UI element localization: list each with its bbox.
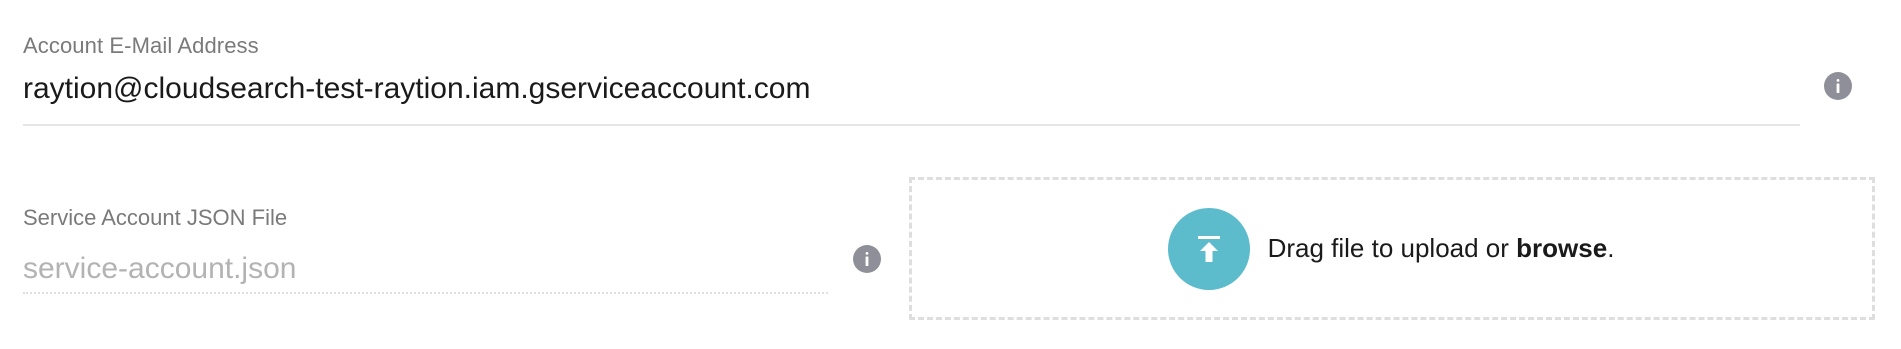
dropzone-text-prefix: Drag file to upload or <box>1267 233 1517 263</box>
service-account-form: Account E-Mail Address raytion@cloudsear… <box>0 0 1901 349</box>
browse-link[interactable]: browse <box>1516 233 1607 263</box>
email-field-underline <box>23 124 1800 126</box>
dropzone-text: Drag file to upload or browse. <box>1268 233 1615 264</box>
info-icon <box>1836 79 1840 93</box>
email-info-icon[interactable] <box>1824 72 1852 100</box>
service-account-file-input[interactable] <box>23 246 828 294</box>
info-icon <box>865 252 869 266</box>
service-account-file-label: Service Account JSON File <box>23 205 288 230</box>
service-account-info-icon[interactable] <box>853 245 881 273</box>
upload-icon[interactable] <box>1167 207 1250 290</box>
dropzone-text-suffix: . <box>1607 233 1615 263</box>
file-dropzone[interactable]: Drag file to upload or browse. <box>909 177 1875 320</box>
email-field[interactable]: raytion@cloudsearch-test-raytion.iam.gse… <box>23 72 810 106</box>
email-label: Account E-Mail Address <box>23 33 259 58</box>
